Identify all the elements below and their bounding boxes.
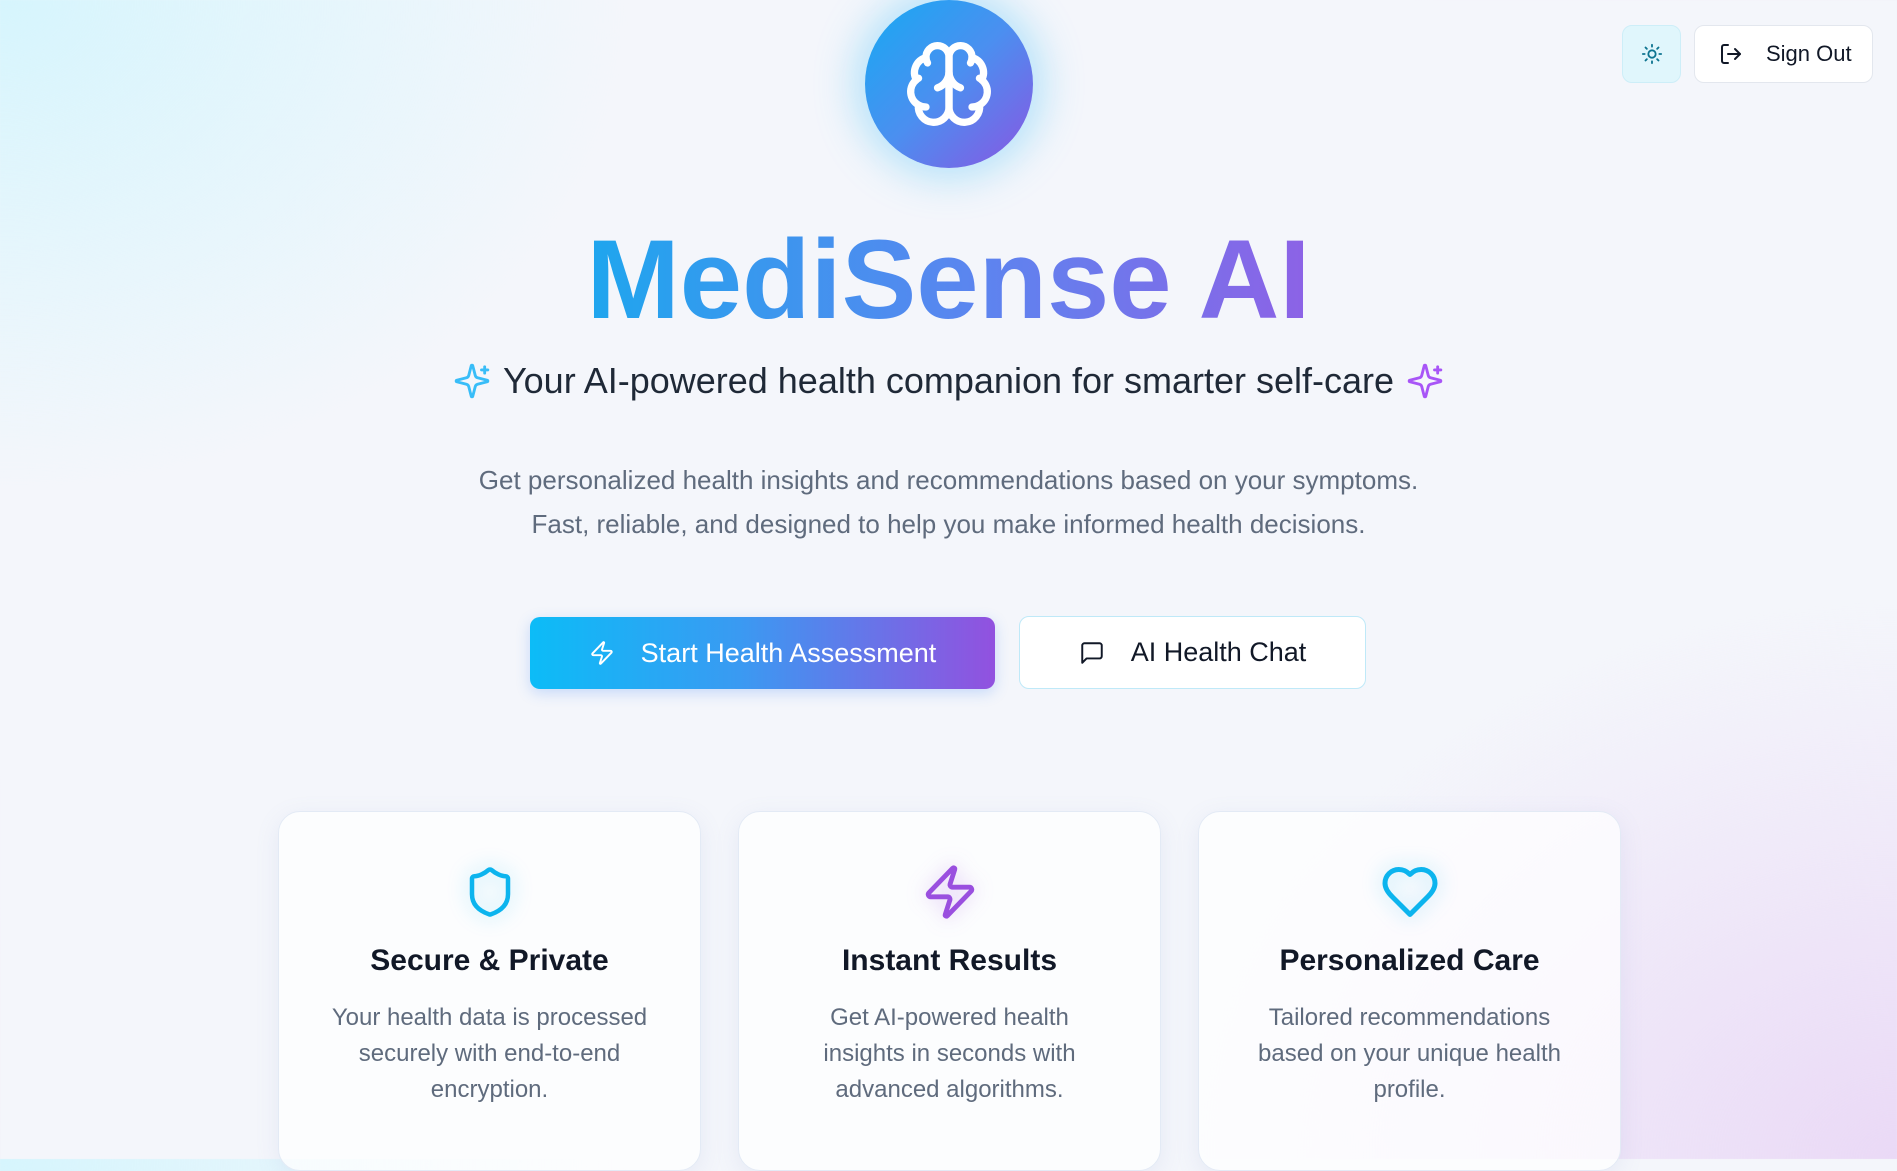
- sparkles-icon: [1407, 363, 1443, 399]
- feature-title: Secure & Private: [370, 944, 609, 977]
- zap-icon: [925, 865, 974, 919]
- feature-title: Instant Results: [841, 944, 1058, 977]
- feature-card-secure: Secure & Private Your health data is pro…: [278, 811, 701, 1171]
- zap-icon: [590, 641, 613, 665]
- app-logo: [865, 0, 1033, 168]
- feature-text: Your health data is processed securely w…: [331, 1004, 648, 1103]
- start-health-assessment-label: Start Health Assessment: [640, 637, 937, 668]
- feature-card-personalized: Personalized Care Tailored recommendatio…: [1198, 811, 1621, 1171]
- sign-out-label: Sign Out: [1766, 41, 1852, 66]
- message-square-icon: [1080, 641, 1103, 664]
- feature-text: Tailored recommendations based on your u…: [1258, 1004, 1561, 1103]
- brain-icon: [907, 42, 991, 126]
- header-controls: Sign Out: [1622, 25, 1873, 83]
- start-health-assessment-button[interactable]: Start Health Assessment: [530, 617, 995, 689]
- description-line: Get personalized health insights and rec…: [478, 465, 1419, 495]
- shield-icon: [469, 867, 510, 917]
- hero-subtitle: Your AI-powered health companion for sma…: [0, 360, 1897, 402]
- page-title: MediSense AI: [586, 217, 1311, 342]
- subtitle-text: Your AI-powered health companion for sma…: [502, 360, 1395, 401]
- heart-icon: [1382, 867, 1437, 917]
- feature-text: Get AI-powered health insights in second…: [823, 1004, 1076, 1103]
- description-line: Fast, reliable, and designed to help you…: [531, 509, 1366, 539]
- sparkles-icon: [454, 363, 490, 399]
- theme-toggle-button[interactable]: [1622, 25, 1681, 83]
- ai-health-chat-button[interactable]: AI Health Chat: [1019, 616, 1366, 689]
- ai-health-chat-label: AI Health Chat: [1130, 637, 1307, 667]
- log-out-icon: [1721, 44, 1741, 64]
- hero-description: Get personalized health insights and rec…: [0, 458, 1897, 546]
- feature-card-instant: Instant Results Get AI-powered health in…: [738, 811, 1161, 1171]
- feature-title: Personalized Care: [1279, 944, 1540, 977]
- sign-out-button[interactable]: Sign Out: [1694, 25, 1873, 83]
- sun-icon: [1641, 43, 1662, 65]
